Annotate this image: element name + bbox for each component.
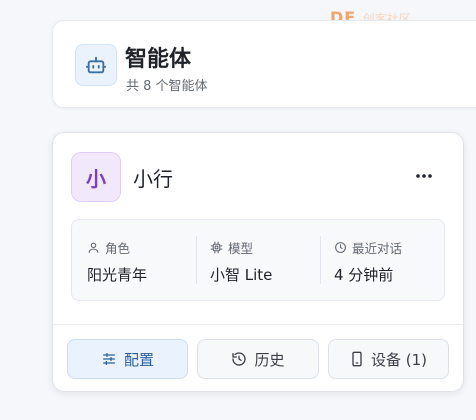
info-model-value: 小智 Lite (210, 266, 273, 284)
info-last-chat-label: 最近对话 (352, 241, 403, 256)
info-last-chat-value: 4 分钟前 (334, 266, 394, 284)
info-role-value: 阳光青年 (87, 266, 148, 284)
agent-count: 共 8 个智能体 (126, 79, 208, 94)
header-card: 智能体 共 8 个智能体 (52, 20, 476, 108)
history-icon (232, 352, 247, 366)
more-options-button[interactable] (409, 163, 439, 189)
info-role: 角色 阳光青年 (72, 220, 196, 300)
clock-icon (335, 242, 346, 253)
config-button-label: 配置 (123, 350, 154, 369)
agent-name: 小行 (133, 167, 173, 191)
user-icon (88, 242, 99, 253)
agent-info-panel: 角色 阳光青年 模型 小智 Lite 最近对话 4 分钟前 (71, 219, 445, 301)
history-button-label: 历史 (254, 350, 285, 369)
sliders-icon (102, 353, 115, 365)
devices-button[interactable]: 设备 (1) (328, 339, 449, 379)
info-last-chat: 最近对话 4 分钟前 (320, 236, 445, 284)
page-title: 智能体 (125, 47, 192, 72)
history-button[interactable]: 历史 (197, 339, 319, 379)
info-model: 模型 小智 Lite (196, 236, 321, 284)
more-horizontal-icon (416, 174, 432, 178)
device-icon (352, 351, 362, 367)
info-model-label: 模型 (228, 241, 254, 256)
chip-icon (210, 241, 223, 254)
robot-icon (75, 44, 117, 86)
devices-button-label: 设备 (1) (370, 350, 428, 369)
agent-card[interactable]: 小 小行 角色 阳光青年 模型 小智 Lite 最近对话 4 分钟前 配置 历史… (52, 132, 464, 392)
info-role-label: 角色 (105, 241, 131, 256)
config-button[interactable]: 配置 (67, 339, 188, 379)
card-divider (53, 324, 463, 325)
avatar: 小 (71, 152, 121, 202)
